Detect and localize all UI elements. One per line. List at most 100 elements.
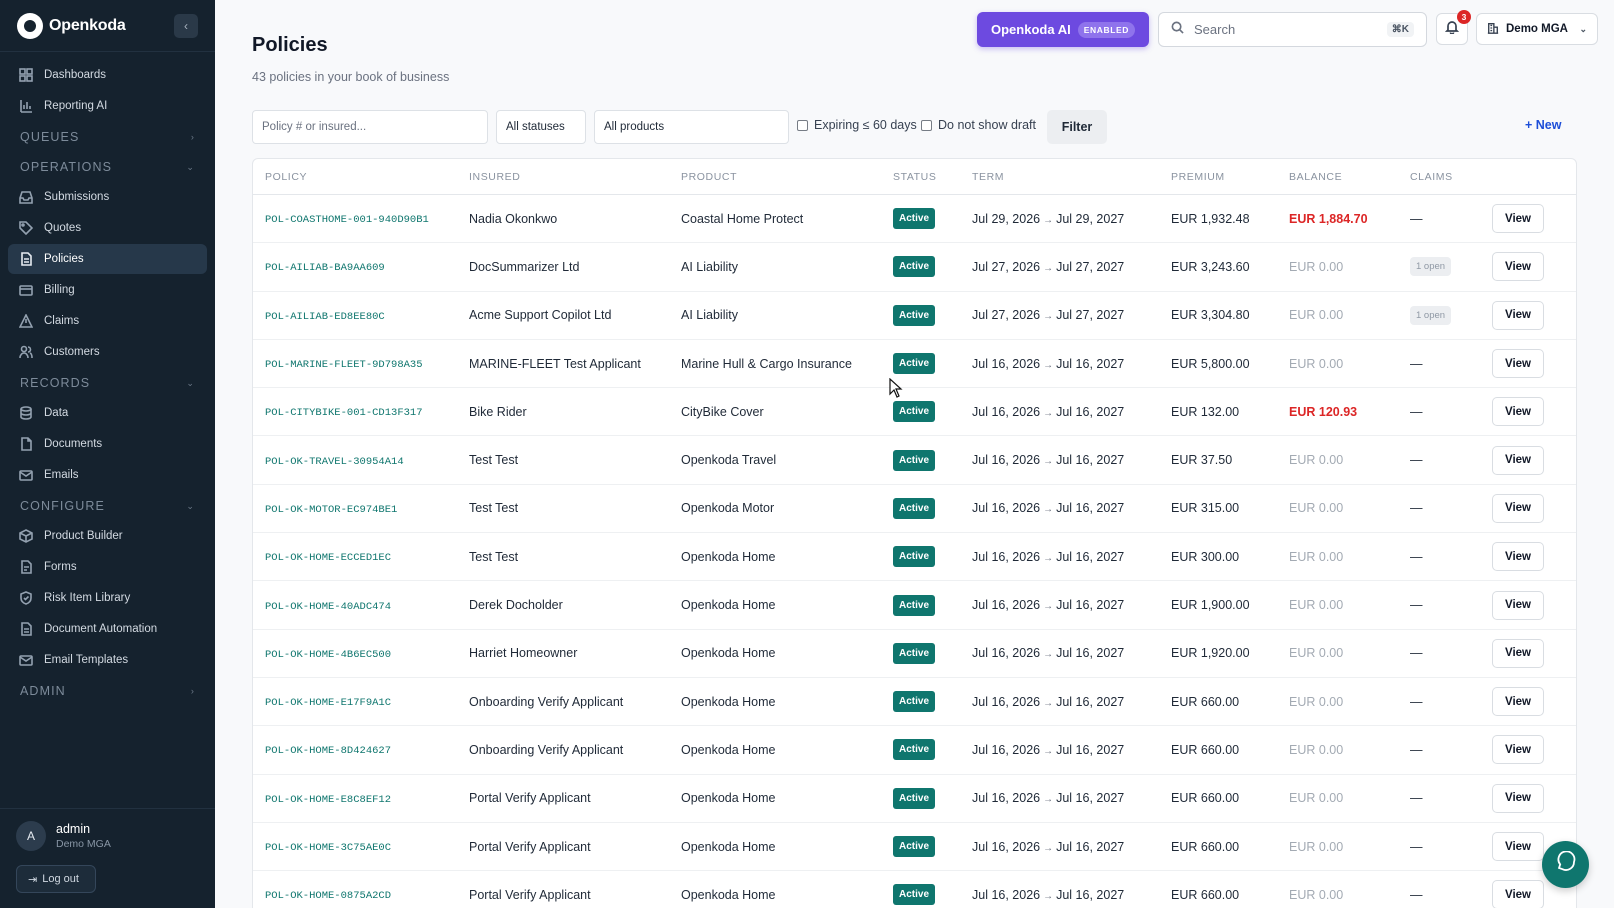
- section-configure[interactable]: CONFIGURE ⌄: [8, 491, 207, 521]
- search-input[interactable]: [1194, 22, 1387, 37]
- table-row[interactable]: POL-OK-HOME-40ADC474 Derek Docholder Openk…: [253, 581, 1576, 630]
- notifications-button[interactable]: 3: [1436, 10, 1471, 45]
- policy-number-link[interactable]: POL-OK-HOME-0875A2CD: [265, 890, 391, 902]
- view-button[interactable]: View: [1492, 638, 1544, 668]
- section-queues[interactable]: QUEUES ›: [8, 122, 207, 152]
- policy-number-link[interactable]: POL-AILIAB-BA9AA609: [265, 262, 385, 274]
- product-select[interactable]: All products: [594, 110, 789, 144]
- table-row[interactable]: POL-COASTHOME-001-940D90B1 Nadia Okonkwo C…: [253, 195, 1576, 244]
- sidebar-item-policies[interactable]: Policies: [8, 244, 207, 274]
- policy-number-link[interactable]: POL-MARINE-FLEET-9D798A35: [265, 359, 423, 371]
- claims-value: —: [1410, 839, 1423, 854]
- policy-number-link[interactable]: POL-OK-MOTOR-EC974BE1: [265, 504, 397, 516]
- sidebar-item-risk-item-library[interactable]: Risk Item Library: [8, 583, 207, 613]
- sidebar-item-submissions[interactable]: Submissions: [8, 182, 207, 212]
- policy-number-link[interactable]: POL-OK-HOME-4B6EC500: [265, 649, 391, 661]
- policy-number-link[interactable]: POL-CITYBIKE-001-CD13F317: [265, 407, 423, 419]
- chat-button[interactable]: [1542, 841, 1589, 888]
- table-row[interactable]: POL-MARINE-FLEET-9D798A35 MARINE-FLEET Te…: [253, 340, 1576, 389]
- view-button[interactable]: View: [1492, 735, 1544, 765]
- view-button[interactable]: View: [1492, 687, 1544, 717]
- table-row[interactable]: POL-OK-HOME-E8C8EF12 Portal Verify Applic…: [253, 775, 1576, 823]
- table-row[interactable]: POL-OK-TRAVEL-30954A14 Test Test Openkoda …: [253, 436, 1576, 485]
- policy-number-link[interactable]: POL-AILIAB-ED8EE80C: [265, 311, 385, 323]
- sidebar-item-document-automation[interactable]: Document Automation: [8, 614, 207, 644]
- no-draft-checkbox[interactable]: Do not show draft: [921, 118, 1036, 132]
- table-row[interactable]: POL-CITYBIKE-001-CD13F317 Bike Rider CityB…: [253, 388, 1576, 437]
- term-start: Jul 16, 2026: [972, 598, 1041, 613]
- balance: EUR 0.00: [1289, 791, 1344, 806]
- sidebar-item-billing[interactable]: Billing: [8, 275, 207, 305]
- claims-open-badge[interactable]: 1 open: [1410, 257, 1452, 277]
- sidebar-item-forms[interactable]: Forms: [8, 552, 207, 582]
- policy-number-link[interactable]: POL-OK-HOME-ECCED1EC: [265, 552, 391, 564]
- column-header-product[interactable]: PRODUCT: [681, 171, 893, 183]
- column-header-status[interactable]: STATUS: [893, 171, 972, 183]
- column-header-balance[interactable]: BALANCE: [1289, 171, 1410, 183]
- view-button[interactable]: View: [1492, 349, 1544, 379]
- policy-number-link[interactable]: POL-OK-HOME-8D424627: [265, 745, 391, 757]
- checkbox[interactable]: [921, 119, 932, 131]
- view-button[interactable]: View: [1492, 590, 1544, 620]
- section-admin[interactable]: ADMIN ›: [8, 676, 207, 706]
- view-button[interactable]: View: [1492, 252, 1544, 282]
- view-button[interactable]: View: [1492, 445, 1544, 475]
- sidebar-item-dashboards[interactable]: Dashboards: [8, 60, 207, 90]
- policy-number-link[interactable]: POL-OK-HOME-E17F9A1C: [265, 697, 391, 709]
- expiring-checkbox[interactable]: Expiring ≤ 60 days: [797, 118, 917, 132]
- view-button[interactable]: View: [1492, 542, 1544, 572]
- table-row[interactable]: POL-OK-MOTOR-EC974BE1 Test Test Openkoda M…: [253, 485, 1576, 534]
- table-row[interactable]: POL-OK-HOME-0875A2CD Portal Verify Applic…: [253, 871, 1576, 908]
- sidebar-item-emails[interactable]: Emails: [8, 460, 207, 490]
- checkbox[interactable]: [797, 119, 808, 131]
- view-button[interactable]: View: [1492, 397, 1544, 427]
- policy-search-input[interactable]: [252, 110, 488, 144]
- sidebar-item-data[interactable]: Data: [8, 398, 207, 428]
- filter-button[interactable]: Filter: [1047, 110, 1107, 144]
- sidebar-item-email-templates[interactable]: Email Templates: [8, 645, 207, 675]
- new-policy-button[interactable]: + New: [1525, 118, 1561, 132]
- section-records[interactable]: RECORDS ⌄: [8, 368, 207, 398]
- column-header-term[interactable]: TERM: [972, 171, 1171, 183]
- sidebar-item-quotes[interactable]: Quotes: [8, 213, 207, 243]
- policy-number-link[interactable]: POL-OK-HOME-40ADC474: [265, 601, 391, 613]
- logout-button[interactable]: ⇥ Log out: [16, 865, 96, 893]
- table-row[interactable]: POL-OK-HOME-3C75AE0C Portal Verify Applic…: [253, 823, 1576, 872]
- openkoda-ai-button[interactable]: Openkoda AI ENABLED: [977, 12, 1149, 47]
- section-operations[interactable]: OPERATIONS ⌄: [8, 152, 207, 182]
- view-button[interactable]: View: [1492, 832, 1544, 861]
- sidebar-item-customers[interactable]: Customers: [8, 337, 207, 367]
- global-search[interactable]: ⌘K: [1158, 12, 1427, 47]
- claims-open-badge[interactable]: 1 open: [1410, 305, 1452, 325]
- view-button[interactable]: View: [1492, 493, 1544, 523]
- collapse-sidebar-button[interactable]: ‹: [174, 13, 198, 38]
- view-button[interactable]: View: [1492, 204, 1544, 234]
- policy-number-link[interactable]: POL-OK-HOME-E8C8EF12: [265, 794, 391, 806]
- policy-number-link[interactable]: POL-OK-TRAVEL-30954A14: [265, 456, 404, 468]
- table-row[interactable]: POL-AILIAB-BA9AA609 DocSummarizer Ltd AI L…: [253, 243, 1576, 292]
- column-header-policy[interactable]: POLICY: [253, 171, 469, 183]
- column-header-premium[interactable]: PREMIUM: [1171, 171, 1289, 183]
- table-row[interactable]: POL-OK-HOME-ECCED1EC Test Test Openkoda Ho…: [253, 533, 1576, 582]
- table-row[interactable]: POL-AILIAB-ED8EE80C Acme Support Copilot …: [253, 292, 1576, 340]
- term: Jul 16, 2026 → Jul 16, 2027: [972, 695, 1171, 709]
- table-row[interactable]: POL-OK-HOME-E17F9A1C Onboarding Verify Ap…: [253, 678, 1576, 727]
- view-button[interactable]: View: [1492, 783, 1544, 813]
- arrow-right-icon: →: [1043, 842, 1054, 854]
- table-row[interactable]: POL-OK-HOME-8D424627 Onboarding Verify Ap…: [253, 726, 1576, 775]
- sidebar-item-documents[interactable]: Documents: [8, 429, 207, 459]
- brand[interactable]: Openkoda ‹: [0, 0, 215, 52]
- claims-value: —: [1410, 598, 1423, 613]
- view-button[interactable]: View: [1492, 300, 1544, 330]
- column-header-insured[interactable]: INSURED: [469, 171, 681, 183]
- sidebar-item-claims[interactable]: Claims: [8, 306, 207, 336]
- policy-number-link[interactable]: POL-COASTHOME-001-940D90B1: [265, 214, 429, 226]
- org-switcher[interactable]: Demo MGA ⌄: [1476, 13, 1598, 45]
- sidebar-item-product-builder[interactable]: Product Builder: [8, 521, 207, 551]
- sidebar-item-reporting-ai[interactable]: Reporting AI: [8, 91, 207, 121]
- column-header-claims[interactable]: CLAIMS: [1410, 171, 1492, 183]
- policy-number-link[interactable]: POL-OK-HOME-3C75AE0C: [265, 842, 391, 854]
- view-button[interactable]: View: [1492, 880, 1544, 908]
- status-select[interactable]: All statuses: [496, 110, 586, 144]
- table-row[interactable]: POL-OK-HOME-4B6EC500 Harriet Homeowner Ope…: [253, 630, 1576, 678]
